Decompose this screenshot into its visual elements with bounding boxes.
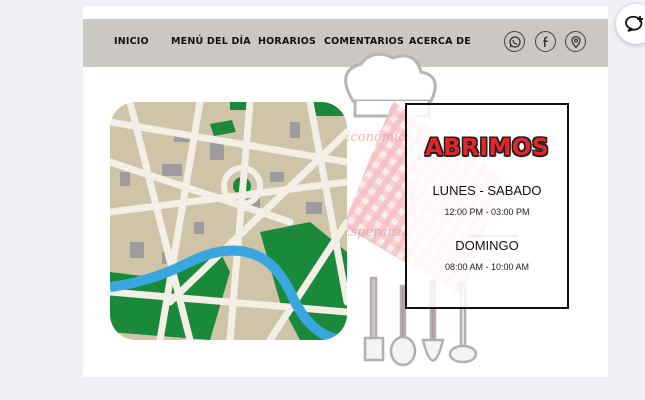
site-card: INICIO MENÚ DEL DÍA HORARIOS COMENTARIOS… xyxy=(83,6,608,377)
chat-button[interactable] xyxy=(616,4,645,44)
hours-heading: ABRIMOS xyxy=(424,135,550,161)
weekend-label: DOMINGO xyxy=(455,238,519,253)
opening-hours-panel: ABRIMOS LUNES - SABADO 12:00 PM - 03:00 … xyxy=(405,103,569,309)
logo-watermark: Económica Esperanza xyxy=(341,130,414,240)
weekend-time: 08:00 AM - 10:00 AM xyxy=(444,262,530,272)
weekday-time: 12:00 PM - 03:00 PM xyxy=(444,207,530,217)
location-pin-icon[interactable] xyxy=(565,31,586,52)
weekday-label: LUNES - SABADO xyxy=(432,183,542,198)
location-map[interactable] xyxy=(110,102,347,340)
chat-bubble-icon xyxy=(625,15,643,32)
nav-menu-del-dia[interactable]: MENÚ DEL DÍA xyxy=(171,36,251,47)
nav-inicio[interactable]: INICIO xyxy=(114,36,149,47)
